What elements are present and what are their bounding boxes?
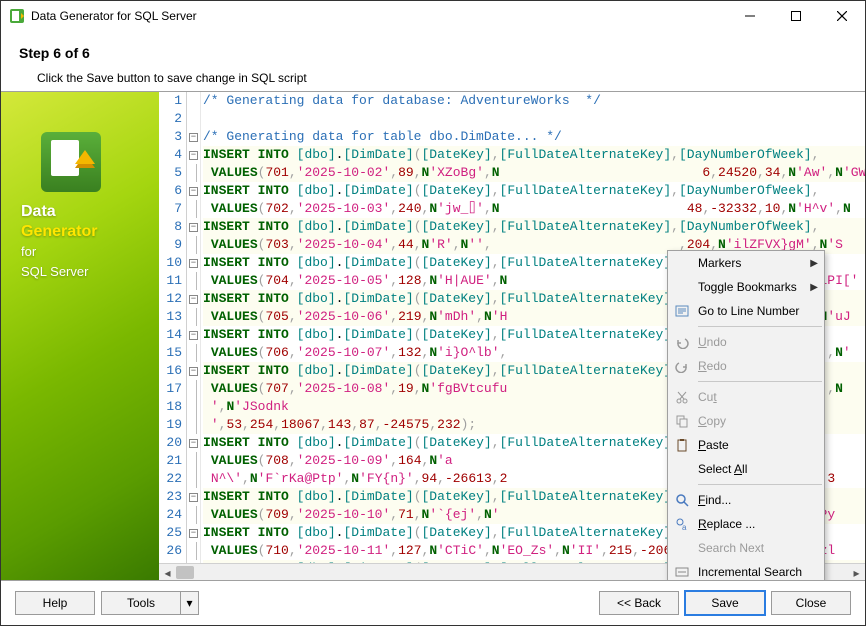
back-button[interactable]: << Back bbox=[599, 591, 679, 615]
tools-button[interactable]: Tools bbox=[101, 591, 181, 615]
menu-item-label: Go to Line Number bbox=[698, 304, 818, 318]
wizard-footer: Help Tools ▾ << Back Save Close bbox=[1, 581, 865, 625]
menu-item-cut: Cut bbox=[668, 385, 824, 409]
menu-item-label: Search Next bbox=[698, 541, 818, 555]
line-number-gutter: 1234567891011121314151617181920212223242… bbox=[159, 92, 187, 563]
blank-icon bbox=[672, 253, 692, 273]
step-label: Step 6 of 6 bbox=[19, 45, 847, 61]
window-title: Data Generator for SQL Server bbox=[31, 9, 727, 23]
menu-item-paste[interactable]: Paste bbox=[668, 433, 824, 457]
menu-item-label: Copy bbox=[698, 414, 818, 428]
menu-item-label: Cut bbox=[698, 390, 818, 404]
menu-item-label: Replace ... bbox=[698, 517, 818, 531]
replace-icon: a bbox=[672, 514, 692, 534]
menu-item-label: Redo bbox=[698, 359, 818, 373]
menu-item-toggle-bookmarks[interactable]: Toggle Bookmarks▶ bbox=[668, 275, 824, 299]
menu-item-label: Toggle Bookmarks bbox=[698, 280, 810, 294]
menu-item-undo: Undo bbox=[668, 330, 824, 354]
close-wizard-button[interactable]: Close bbox=[771, 591, 851, 615]
copy-icon bbox=[672, 411, 692, 431]
brand-line1: Data bbox=[21, 203, 56, 220]
menu-item-go-to-line-number[interactable]: Go to Line Number bbox=[668, 299, 824, 323]
scroll-thumb[interactable] bbox=[176, 566, 194, 579]
sql-editor[interactable]: 1234567891011121314151617181920212223242… bbox=[159, 92, 865, 580]
menu-item-incremental-search[interactable]: Incremental Search bbox=[668, 560, 824, 580]
menu-item-search-next: Search Next bbox=[668, 536, 824, 560]
blank-icon bbox=[672, 277, 692, 297]
svg-text:a: a bbox=[682, 523, 687, 531]
app-icon bbox=[9, 8, 25, 24]
save-button[interactable]: Save bbox=[685, 591, 765, 615]
redo-icon bbox=[672, 356, 692, 376]
menu-item-markers[interactable]: Markers▶ bbox=[668, 251, 824, 275]
menu-item-label: Paste bbox=[698, 438, 818, 452]
tools-dropdown-button[interactable]: ▾ bbox=[181, 591, 199, 615]
scroll-left-icon[interactable]: ◂ bbox=[159, 564, 176, 580]
submenu-arrow-icon: ▶ bbox=[810, 282, 818, 293]
menu-item-redo: Redo bbox=[668, 354, 824, 378]
menu-item-select-all[interactable]: Select All bbox=[668, 457, 824, 481]
menu-item-copy: Copy bbox=[668, 409, 824, 433]
brand-line2: Generator bbox=[21, 223, 97, 240]
undo-icon bbox=[672, 332, 692, 352]
menu-item-find-[interactable]: Find... bbox=[668, 488, 824, 512]
maximize-button[interactable] bbox=[773, 1, 819, 31]
goto-icon bbox=[672, 301, 692, 321]
tools-split-button[interactable]: Tools ▾ bbox=[101, 591, 199, 615]
minimize-button[interactable] bbox=[727, 1, 773, 31]
wizard-header: Step 6 of 6 Click the Save button to sav… bbox=[1, 31, 865, 91]
menu-item-label: Incremental Search bbox=[698, 565, 818, 579]
scroll-right-icon[interactable]: ▸ bbox=[848, 564, 865, 580]
find-icon bbox=[672, 490, 692, 510]
help-button[interactable]: Help bbox=[15, 591, 95, 615]
product-logo-icon bbox=[41, 132, 101, 192]
menu-item-label: Find... bbox=[698, 493, 818, 507]
sidebar-banner: Data Generator for SQL Server bbox=[1, 92, 159, 580]
product-name: Data Generator for SQL Server bbox=[21, 202, 149, 282]
cut-icon bbox=[672, 387, 692, 407]
blank-icon bbox=[672, 459, 692, 479]
brand-line4: SQL Server bbox=[21, 264, 88, 279]
menu-item-label: Markers bbox=[698, 256, 810, 270]
instruction-text: Click the Save button to save change in … bbox=[37, 71, 847, 85]
menu-item-replace-[interactable]: a Replace ... bbox=[668, 512, 824, 536]
submenu-arrow-icon: ▶ bbox=[810, 258, 818, 269]
brand-line3: for bbox=[21, 244, 36, 259]
titlebar: Data Generator for SQL Server bbox=[1, 1, 865, 31]
menu-item-label: Undo bbox=[698, 335, 818, 349]
isearch-icon bbox=[672, 562, 692, 580]
menu-item-label: Select All bbox=[698, 462, 818, 476]
paste-icon bbox=[672, 435, 692, 455]
editor-context-menu: Markers▶Toggle Bookmarks▶Go to Line Numb… bbox=[667, 250, 825, 580]
blank-icon bbox=[672, 538, 692, 558]
close-button[interactable] bbox=[819, 1, 865, 31]
fold-column[interactable]: −−−−−−−−−−−− bbox=[187, 92, 201, 563]
